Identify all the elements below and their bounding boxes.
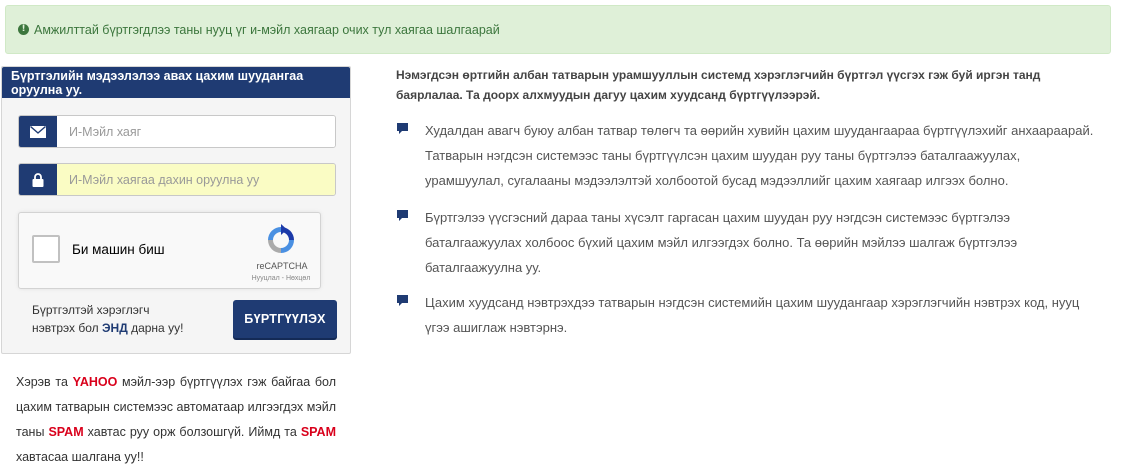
login-here-link[interactable]: ЭНД: [102, 321, 128, 335]
registration-panel: Бүртгэлийн мэдээлэлээ авах цахим шууданг…: [1, 66, 351, 354]
recaptcha-widget: Би машин биш reCAPTCHA Нууцлал - Нөхцөл: [18, 212, 321, 289]
list-item-text: Худалдан авагч буюу албан татвар төлөгч …: [425, 123, 1094, 188]
recaptcha-terms-link[interactable]: Нууцлал - Нөхцөл: [248, 275, 314, 282]
yahoo-warning-note: Хэрэв та YAHOO мэйл-ээр бүртгүүлэх гэж б…: [16, 370, 336, 468]
recaptcha-checkbox[interactable]: [32, 235, 60, 263]
list-item: Цахим хуудсанд нэвтрэхдээ татварын нэгдс…: [396, 290, 1096, 340]
instruction-list: Худалдан авагч буюу албан татвар төлөгч …: [396, 118, 1096, 340]
comment-icon: [397, 123, 408, 134]
list-item-text: Цахим хуудсанд нэвтрэхдээ татварын нэгдс…: [425, 295, 1080, 335]
lock-icon: [19, 164, 57, 195]
note-text: Хэрэв та: [16, 375, 73, 389]
envelope-icon: [19, 116, 57, 147]
yahoo-highlight: YAHOO: [72, 375, 118, 389]
note-text: хавтасаа шалгана уу!!: [16, 450, 144, 464]
success-alert: ! Амжилттай бүртгэгдлээ таны нууц үг и-м…: [5, 5, 1111, 54]
note-text: хавтас руу орж болзошгүй. Иймд та: [83, 425, 301, 439]
exclamation-circle-icon: !: [18, 24, 29, 35]
intro-text: Нэмэгдсэн өртгийн албан татварын урамшуу…: [396, 68, 1041, 102]
login-prompt: Бүртгэлтэй хэрэглэгч нэвтрэх бол ЭНД дар…: [32, 301, 183, 337]
list-item: Бүртгэлээ үүсгэсний дараа таны хүсэлт га…: [396, 205, 1096, 280]
login-suffix: дарна уу!: [127, 321, 184, 335]
list-item-text: Бүртгэлээ үүсгэсний дараа таны хүсэлт га…: [425, 210, 1018, 275]
email-confirm-input[interactable]: [57, 164, 335, 195]
recaptcha-logo-icon: [268, 224, 294, 253]
email-input[interactable]: [57, 116, 335, 147]
spam-highlight: SPAM: [300, 425, 336, 439]
comment-icon: [397, 210, 408, 221]
login-mid: нэвтрэх бол: [32, 321, 102, 335]
panel-heading: Бүртгэлийн мэдээлэлээ авах цахим шууданг…: [2, 67, 350, 98]
spam-highlight: SPAM: [48, 425, 84, 439]
list-item: Худалдан авагч буюу албан татвар төлөгч …: [396, 118, 1096, 193]
recaptcha-label: Би машин биш: [72, 242, 165, 257]
comment-icon: [397, 295, 408, 306]
email-input-group: [18, 115, 336, 148]
register-button[interactable]: БҮРТГҮҮЛЭХ: [233, 300, 337, 338]
recaptcha-brand: reCAPTCHA: [256, 261, 308, 271]
email-confirm-input-group: [18, 163, 336, 196]
alert-message: Амжилттай бүртгэгдлээ таны нууц үг и-мэй…: [34, 22, 500, 37]
login-prefix: Бүртгэлтэй хэрэглэгч: [32, 303, 150, 317]
